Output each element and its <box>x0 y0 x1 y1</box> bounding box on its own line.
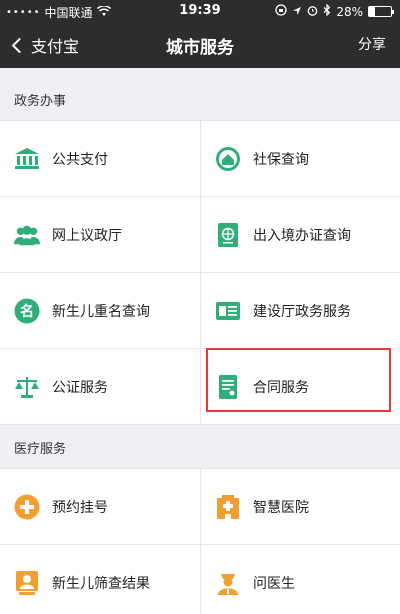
service-label: 社保查询 <box>253 151 309 168</box>
doctor-icon <box>215 570 241 596</box>
service-ask-doctor[interactable]: 问医生 <box>200 545 400 614</box>
section-header-medical: 医疗服务 <box>0 432 400 468</box>
document-icon <box>215 374 241 400</box>
service-newborn-screening[interactable]: 新生儿筛查结果 <box>0 545 200 614</box>
status-bar: ••••• 中国联通 19:39 28% <box>0 0 400 22</box>
service-social-security[interactable]: 社保查询 <box>200 121 400 197</box>
lock-rotation-icon <box>275 4 287 19</box>
hospital-icon <box>215 494 241 520</box>
battery-percent: 28% <box>336 4 363 19</box>
location-icon <box>292 5 302 19</box>
baby-icon <box>14 570 40 596</box>
bluetooth-icon <box>323 3 331 19</box>
service-label: 新生儿重名查询 <box>52 303 150 320</box>
header: ••••• 中国联通 19:39 28% 支付宝 城市服务 分享 <box>0 0 400 68</box>
medical-services-grid: 预约挂号 智慧医院 新生儿筛查结果 问医生 <box>0 468 400 614</box>
service-appointment[interactable]: 预约挂号 <box>0 469 200 545</box>
service-contract[interactable]: 合同服务 <box>200 349 400 425</box>
svg-text:名: 名 <box>20 303 34 320</box>
nav-bar: 支付宝 城市服务 分享 <box>0 22 400 68</box>
page-title: 城市服务 <box>166 38 234 58</box>
service-label: 公证服务 <box>52 379 108 396</box>
service-label: 预约挂号 <box>52 499 108 516</box>
medical-cross-icon <box>14 494 40 520</box>
service-label: 网上议政厅 <box>52 227 122 244</box>
home-shield-icon <box>215 146 241 172</box>
service-construction[interactable]: 建设厅政务服务 <box>200 273 400 349</box>
service-label: 合同服务 <box>253 379 309 396</box>
bank-icon <box>14 146 40 172</box>
scales-icon <box>14 374 40 400</box>
government-services-grid: 公共支付 社保查询 网上议政厅 出入境办证查询 名 新生儿重名查询 建设厅政务服… <box>0 120 400 425</box>
service-label: 问医生 <box>253 575 295 592</box>
service-public-payment[interactable]: 公共支付 <box>0 121 200 197</box>
name-badge-icon: 名 <box>14 298 40 324</box>
service-online-forum[interactable]: 网上议政厅 <box>0 197 200 273</box>
service-label: 建设厅政务服务 <box>253 303 351 320</box>
people-icon <box>14 222 40 248</box>
passport-icon <box>215 222 241 248</box>
battery-level <box>369 7 376 16</box>
service-label: 新生儿筛查结果 <box>52 575 150 592</box>
service-exit-entry[interactable]: 出入境办证查询 <box>200 197 400 273</box>
service-notary[interactable]: 公证服务 <box>0 349 200 425</box>
share-button[interactable]: 分享 <box>358 34 386 54</box>
alarm-icon <box>307 5 318 19</box>
service-label: 出入境办证查询 <box>253 227 351 244</box>
id-card-icon <box>215 298 241 324</box>
service-smart-hospital[interactable]: 智慧医院 <box>200 469 400 545</box>
service-label: 公共支付 <box>52 151 108 168</box>
battery-icon <box>368 6 394 17</box>
service-label: 智慧医院 <box>253 499 309 516</box>
service-newborn-name[interactable]: 名 新生儿重名查询 <box>0 273 200 349</box>
section-header-government: 政务办事 <box>0 84 400 120</box>
status-right: 28% <box>275 3 394 19</box>
